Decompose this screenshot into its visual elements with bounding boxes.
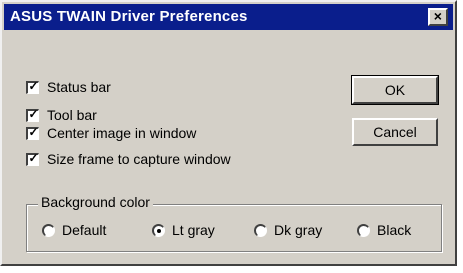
status-bar-checkbox[interactable]: ✓ [26,78,39,94]
radio-option-lt-gray[interactable]: Lt gray [152,222,215,238]
center-image-checkbox[interactable]: ✓ [26,124,39,140]
default-radio-label: Default [62,222,107,238]
black-radio[interactable] [357,223,370,237]
title-bar[interactable]: ASUS TWAIN Driver Preferences × [4,4,453,30]
dk-gray-radio-label: Dk gray [274,222,323,238]
checkmark-icon: ✓ [28,150,39,165]
radio-option-default[interactable]: Default [42,222,106,238]
checkmark-icon: ✓ [28,78,39,93]
option-status-bar[interactable]: ✓ Status bar [26,78,111,96]
tool-bar-label: Tool bar [47,107,97,123]
black-radio-label: Black [377,222,412,238]
radio-option-black[interactable]: Black [357,222,411,238]
default-radio[interactable] [42,223,55,237]
checkmark-icon: ✓ [28,106,39,121]
size-frame-checkbox[interactable]: ✓ [26,150,39,166]
close-icon: × [433,8,443,24]
close-button[interactable]: × [428,8,448,26]
background-color-legend: Background color [38,194,153,210]
size-frame-label: Size frame to capture window [47,151,231,167]
checkmark-icon: ✓ [28,124,39,139]
option-center-image[interactable]: ✓ Center image in window [26,124,196,142]
radio-option-dk-gray[interactable]: Dk gray [254,222,322,238]
ok-button[interactable]: OK [351,75,439,105]
window-title: ASUS TWAIN Driver Preferences [10,8,248,25]
lt-gray-radio-label: Lt gray [172,222,215,238]
option-tool-bar[interactable]: ✓ Tool bar [26,106,97,124]
center-image-label: Center image in window [47,125,197,141]
radio-selected-dot [157,228,161,233]
dk-gray-radio[interactable] [254,223,267,237]
lt-gray-radio[interactable] [152,223,165,237]
cancel-button[interactable]: Cancel [352,118,438,146]
tool-bar-checkbox[interactable]: ✓ [26,106,39,122]
option-size-frame[interactable]: ✓ Size frame to capture window [26,150,231,168]
status-bar-label: Status bar [47,79,111,95]
